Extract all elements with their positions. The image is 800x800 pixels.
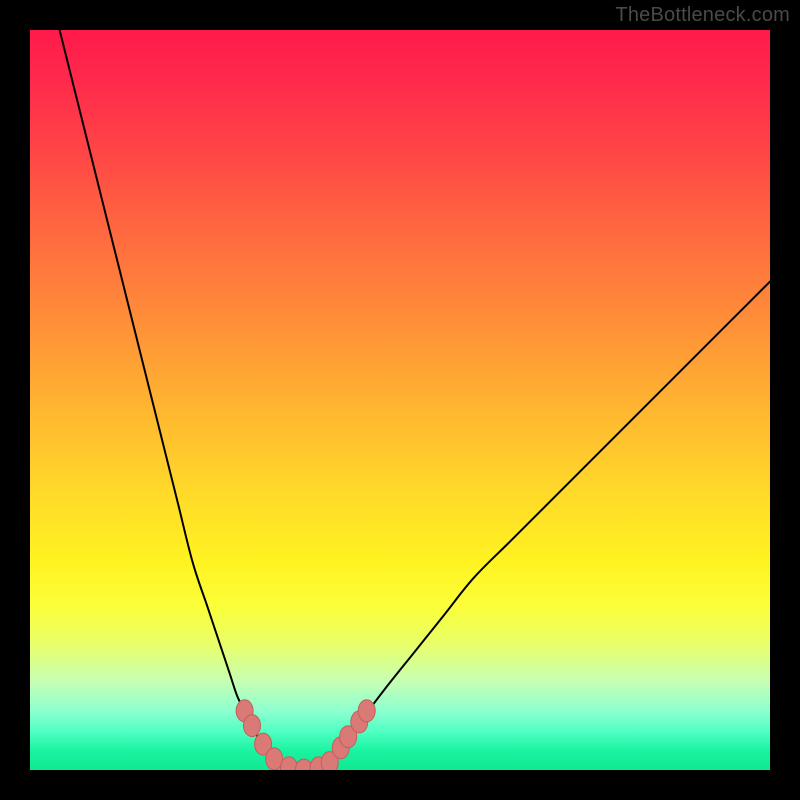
- attribution-text: TheBottleneck.com: [615, 4, 790, 27]
- curve-svg: [30, 30, 770, 770]
- chart-frame: TheBottleneck.com: [0, 0, 800, 800]
- curve-right-branch: [326, 282, 770, 767]
- plot-area: [30, 30, 770, 770]
- curve-markers: [236, 700, 375, 770]
- marker-1: [244, 715, 261, 737]
- marker-11: [358, 700, 375, 722]
- curve-left-branch: [60, 30, 282, 766]
- curve-paths: [60, 30, 770, 770]
